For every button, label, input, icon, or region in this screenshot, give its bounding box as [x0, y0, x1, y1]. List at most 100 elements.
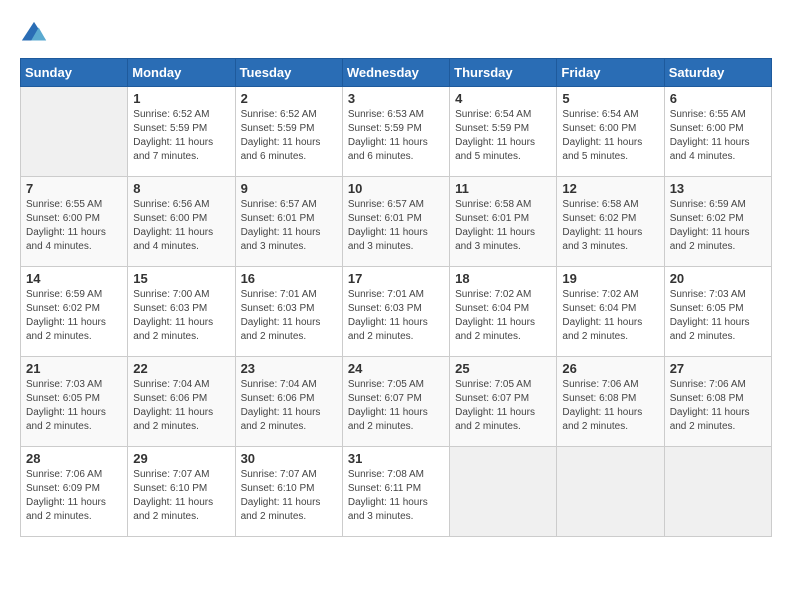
day-info: Sunrise: 7:07 AM Sunset: 6:10 PM Dayligh…: [133, 468, 229, 524]
day-info: Sunrise: 6:58 AM Sunset: 6:01 PM Dayligh…: [455, 198, 551, 254]
logo: [20, 20, 52, 48]
calendar-cell: 7 Sunrise: 6:55 AM Sunset: 6:00 PM Daylig…: [21, 177, 128, 267]
day-number: 11: [455, 181, 551, 196]
day-number: 31: [348, 451, 444, 466]
page-header: [20, 20, 772, 48]
day-number: 30: [241, 451, 337, 466]
day-number: 26: [562, 361, 658, 376]
day-number: 29: [133, 451, 229, 466]
day-header-sunday: Sunday: [21, 59, 128, 87]
day-number: 7: [26, 181, 122, 196]
day-info: Sunrise: 7:01 AM Sunset: 6:03 PM Dayligh…: [348, 288, 444, 344]
day-header-tuesday: Tuesday: [235, 59, 342, 87]
calendar-cell: 1Sunrise: 6:52 AM Sunset: 5:59 PM Daylig…: [128, 87, 235, 177]
day-info: Sunrise: 7:04 AM Sunset: 6:06 PM Dayligh…: [241, 378, 337, 434]
day-info: Sunrise: 6:52 AM Sunset: 5:59 PM Dayligh…: [241, 108, 337, 164]
calendar-week-3: 14Sunrise: 6:59 AM Sunset: 6:02 PM Dayli…: [21, 267, 772, 357]
calendar-cell: 27Sunrise: 7:06 AM Sunset: 6:08 PM Dayli…: [664, 357, 771, 447]
calendar-cell: 15 Sunrise: 7:00 AM Sunset: 6:03 PM Dayli…: [128, 267, 235, 357]
calendar-cell: 24 Sunrise: 7:05 AM Sunset: 6:07 PM Dayli…: [342, 357, 449, 447]
calendar-cell: [557, 447, 664, 537]
calendar-week-1: 1Sunrise: 6:52 AM Sunset: 5:59 PM Daylig…: [21, 87, 772, 177]
calendar-cell: 4Sunrise: 6:54 AM Sunset: 5:59 PM Daylig…: [450, 87, 557, 177]
day-info: Sunrise: 6:56 AM Sunset: 6:00 PM Dayligh…: [133, 198, 229, 254]
day-info: Sunrise: 6:54 AM Sunset: 6:00 PM Dayligh…: [562, 108, 658, 164]
calendar-cell: 5 Sunrise: 6:54 AM Sunset: 6:00 PM Daylig…: [557, 87, 664, 177]
calendar-cell: 18 Sunrise: 7:02 AM Sunset: 6:04 PM Dayli…: [450, 267, 557, 357]
day-info: Sunrise: 7:04 AM Sunset: 6:06 PM Dayligh…: [133, 378, 229, 434]
calendar-cell: 29 Sunrise: 7:07 AM Sunset: 6:10 PM Dayli…: [128, 447, 235, 537]
calendar-week-2: 7 Sunrise: 6:55 AM Sunset: 6:00 PM Daylig…: [21, 177, 772, 267]
day-number: 8: [133, 181, 229, 196]
day-header-wednesday: Wednesday: [342, 59, 449, 87]
day-info: Sunrise: 6:52 AM Sunset: 5:59 PM Dayligh…: [133, 108, 229, 164]
calendar-cell: [664, 447, 771, 537]
day-info: Sunrise: 6:58 AM Sunset: 6:02 PM Dayligh…: [562, 198, 658, 254]
day-number: 17: [348, 271, 444, 286]
day-info: Sunrise: 7:05 AM Sunset: 6:07 PM Dayligh…: [455, 378, 551, 434]
day-info: Sunrise: 7:06 AM Sunset: 6:09 PM Dayligh…: [26, 468, 122, 524]
day-number: 6: [670, 91, 766, 106]
day-info: Sunrise: 7:00 AM Sunset: 6:03 PM Dayligh…: [133, 288, 229, 344]
day-number: 10: [348, 181, 444, 196]
calendar-cell: [450, 447, 557, 537]
calendar-cell: 3Sunrise: 6:53 AM Sunset: 5:59 PM Daylig…: [342, 87, 449, 177]
calendar-cell: 10 Sunrise: 6:57 AM Sunset: 6:01 PM Dayli…: [342, 177, 449, 267]
day-info: Sunrise: 6:55 AM Sunset: 6:00 PM Dayligh…: [26, 198, 122, 254]
day-info: Sunrise: 7:02 AM Sunset: 6:04 PM Dayligh…: [562, 288, 658, 344]
calendar-cell: 16 Sunrise: 7:01 AM Sunset: 6:03 PM Dayli…: [235, 267, 342, 357]
day-number: 14: [26, 271, 122, 286]
day-number: 23: [241, 361, 337, 376]
calendar-table: SundayMondayTuesdayWednesdayThursdayFrid…: [20, 58, 772, 537]
calendar-cell: 6 Sunrise: 6:55 AM Sunset: 6:00 PM Daylig…: [664, 87, 771, 177]
calendar-header-row: SundayMondayTuesdayWednesdayThursdayFrid…: [21, 59, 772, 87]
calendar-cell: 21 Sunrise: 7:03 AM Sunset: 6:05 PM Dayli…: [21, 357, 128, 447]
calendar-week-5: 28 Sunrise: 7:06 AM Sunset: 6:09 PM Dayli…: [21, 447, 772, 537]
day-number: 21: [26, 361, 122, 376]
calendar-cell: 13 Sunrise: 6:59 AM Sunset: 6:02 PM Dayli…: [664, 177, 771, 267]
day-info: Sunrise: 7:02 AM Sunset: 6:04 PM Dayligh…: [455, 288, 551, 344]
day-number: 20: [670, 271, 766, 286]
day-number: 16: [241, 271, 337, 286]
day-number: 28: [26, 451, 122, 466]
calendar-cell: 23 Sunrise: 7:04 AM Sunset: 6:06 PM Dayli…: [235, 357, 342, 447]
calendar-cell: 8 Sunrise: 6:56 AM Sunset: 6:00 PM Daylig…: [128, 177, 235, 267]
calendar-cell: 17 Sunrise: 7:01 AM Sunset: 6:03 PM Dayli…: [342, 267, 449, 357]
day-info: Sunrise: 7:03 AM Sunset: 6:05 PM Dayligh…: [26, 378, 122, 434]
day-info: Sunrise: 7:05 AM Sunset: 6:07 PM Dayligh…: [348, 378, 444, 434]
calendar-cell: 14Sunrise: 6:59 AM Sunset: 6:02 PM Dayli…: [21, 267, 128, 357]
day-info: Sunrise: 7:07 AM Sunset: 6:10 PM Dayligh…: [241, 468, 337, 524]
calendar-cell: 28 Sunrise: 7:06 AM Sunset: 6:09 PM Dayli…: [21, 447, 128, 537]
day-header-thursday: Thursday: [450, 59, 557, 87]
day-number: 24: [348, 361, 444, 376]
day-info: Sunrise: 7:01 AM Sunset: 6:03 PM Dayligh…: [241, 288, 337, 344]
day-info: Sunrise: 6:57 AM Sunset: 6:01 PM Dayligh…: [348, 198, 444, 254]
day-number: 15: [133, 271, 229, 286]
day-header-monday: Monday: [128, 59, 235, 87]
day-header-friday: Friday: [557, 59, 664, 87]
calendar-cell: 20Sunrise: 7:03 AM Sunset: 6:05 PM Dayli…: [664, 267, 771, 357]
day-info: Sunrise: 6:54 AM Sunset: 5:59 PM Dayligh…: [455, 108, 551, 164]
day-number: 19: [562, 271, 658, 286]
calendar-cell: 11 Sunrise: 6:58 AM Sunset: 6:01 PM Dayli…: [450, 177, 557, 267]
day-number: 5: [562, 91, 658, 106]
day-number: 18: [455, 271, 551, 286]
day-info: Sunrise: 7:06 AM Sunset: 6:08 PM Dayligh…: [562, 378, 658, 434]
logo-icon: [20, 20, 48, 48]
calendar-cell: 22Sunrise: 7:04 AM Sunset: 6:06 PM Dayli…: [128, 357, 235, 447]
day-number: 13: [670, 181, 766, 196]
calendar-cell: 12 Sunrise: 6:58 AM Sunset: 6:02 PM Dayli…: [557, 177, 664, 267]
day-info: Sunrise: 6:53 AM Sunset: 5:59 PM Dayligh…: [348, 108, 444, 164]
calendar-cell: 31Sunrise: 7:08 AM Sunset: 6:11 PM Dayli…: [342, 447, 449, 537]
day-info: Sunrise: 6:59 AM Sunset: 6:02 PM Dayligh…: [670, 198, 766, 254]
day-number: 9: [241, 181, 337, 196]
calendar-cell: 19 Sunrise: 7:02 AM Sunset: 6:04 PM Dayli…: [557, 267, 664, 357]
day-number: 12: [562, 181, 658, 196]
day-info: Sunrise: 6:55 AM Sunset: 6:00 PM Dayligh…: [670, 108, 766, 164]
calendar-cell: [21, 87, 128, 177]
day-number: 25: [455, 361, 551, 376]
calendar-week-4: 21 Sunrise: 7:03 AM Sunset: 6:05 PM Dayli…: [21, 357, 772, 447]
day-number: 2: [241, 91, 337, 106]
calendar-cell: 9Sunrise: 6:57 AM Sunset: 6:01 PM Daylig…: [235, 177, 342, 267]
calendar-cell: 26 Sunrise: 7:06 AM Sunset: 6:08 PM Dayli…: [557, 357, 664, 447]
